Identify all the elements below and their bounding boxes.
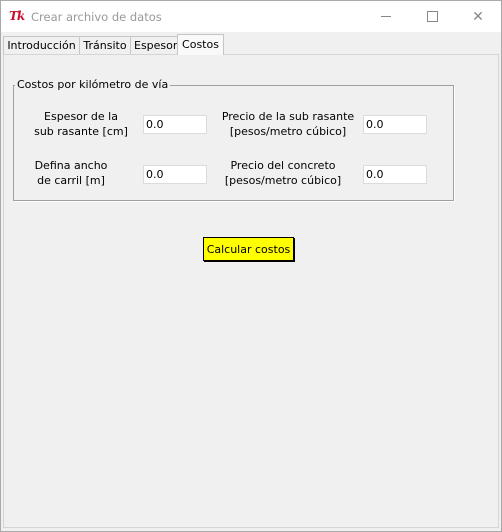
precio-subrasante-label: Precio de la sub rasante [pesos/metro cú…: [219, 109, 357, 139]
minimize-button[interactable]: [363, 1, 409, 32]
ancho-carril-label-line2: de carril [m]: [37, 174, 105, 187]
precio-concreto-label-line2: [pesos/metro cúbico]: [224, 174, 342, 187]
app-window: Tk Crear archivo de datos ✕ Introducción…: [0, 0, 502, 532]
espesor-label-line2: sub rasante [cm]: [34, 125, 128, 138]
precio-concreto-label-line1: Precio del concreto: [230, 159, 336, 172]
close-button[interactable]: ✕: [455, 1, 501, 32]
maximize-icon: [426, 11, 438, 22]
minimize-icon: [381, 16, 391, 17]
tab-espesor[interactable]: Espesor: [130, 36, 178, 54]
ancho-carril-label-line1: Defina ancho: [34, 159, 108, 172]
close-icon: ✕: [472, 8, 484, 25]
precio-subrasante-label-line2: [pesos/metro cúbico]: [229, 125, 347, 138]
precio-concreto-label: Precio del concreto [pesos/metro cúbico]: [215, 158, 351, 188]
tk-feather-icon: Tk: [9, 9, 25, 23]
tab-costos[interactable]: Costos: [177, 34, 224, 55]
calcular-costos-button[interactable]: Calcular costos: [203, 237, 294, 261]
espesor-subrasante-label: Espesor de la sub rasante [cm]: [25, 109, 137, 139]
espesor-subrasante-input[interactable]: [143, 115, 207, 134]
precio-subrasante-label-line1: Precio de la sub rasante: [221, 110, 355, 123]
ancho-carril-label: Defina ancho de carril [m]: [21, 158, 121, 188]
window-title: Crear archivo de datos: [31, 10, 162, 24]
title-bar[interactable]: Tk Crear archivo de datos ✕: [1, 1, 501, 32]
espesor-label-line1: Espesor de la: [44, 110, 118, 123]
precio-subrasante-input[interactable]: [363, 115, 427, 134]
tab-introduccion[interactable]: Introducción: [3, 36, 80, 54]
costs-group-title: Costos por kilómetro de vía: [15, 78, 171, 91]
precio-concreto-input[interactable]: [363, 165, 427, 184]
tab-transito[interactable]: Tránsito: [79, 36, 131, 54]
maximize-button[interactable]: [409, 1, 455, 32]
ancho-carril-input[interactable]: [143, 165, 207, 184]
